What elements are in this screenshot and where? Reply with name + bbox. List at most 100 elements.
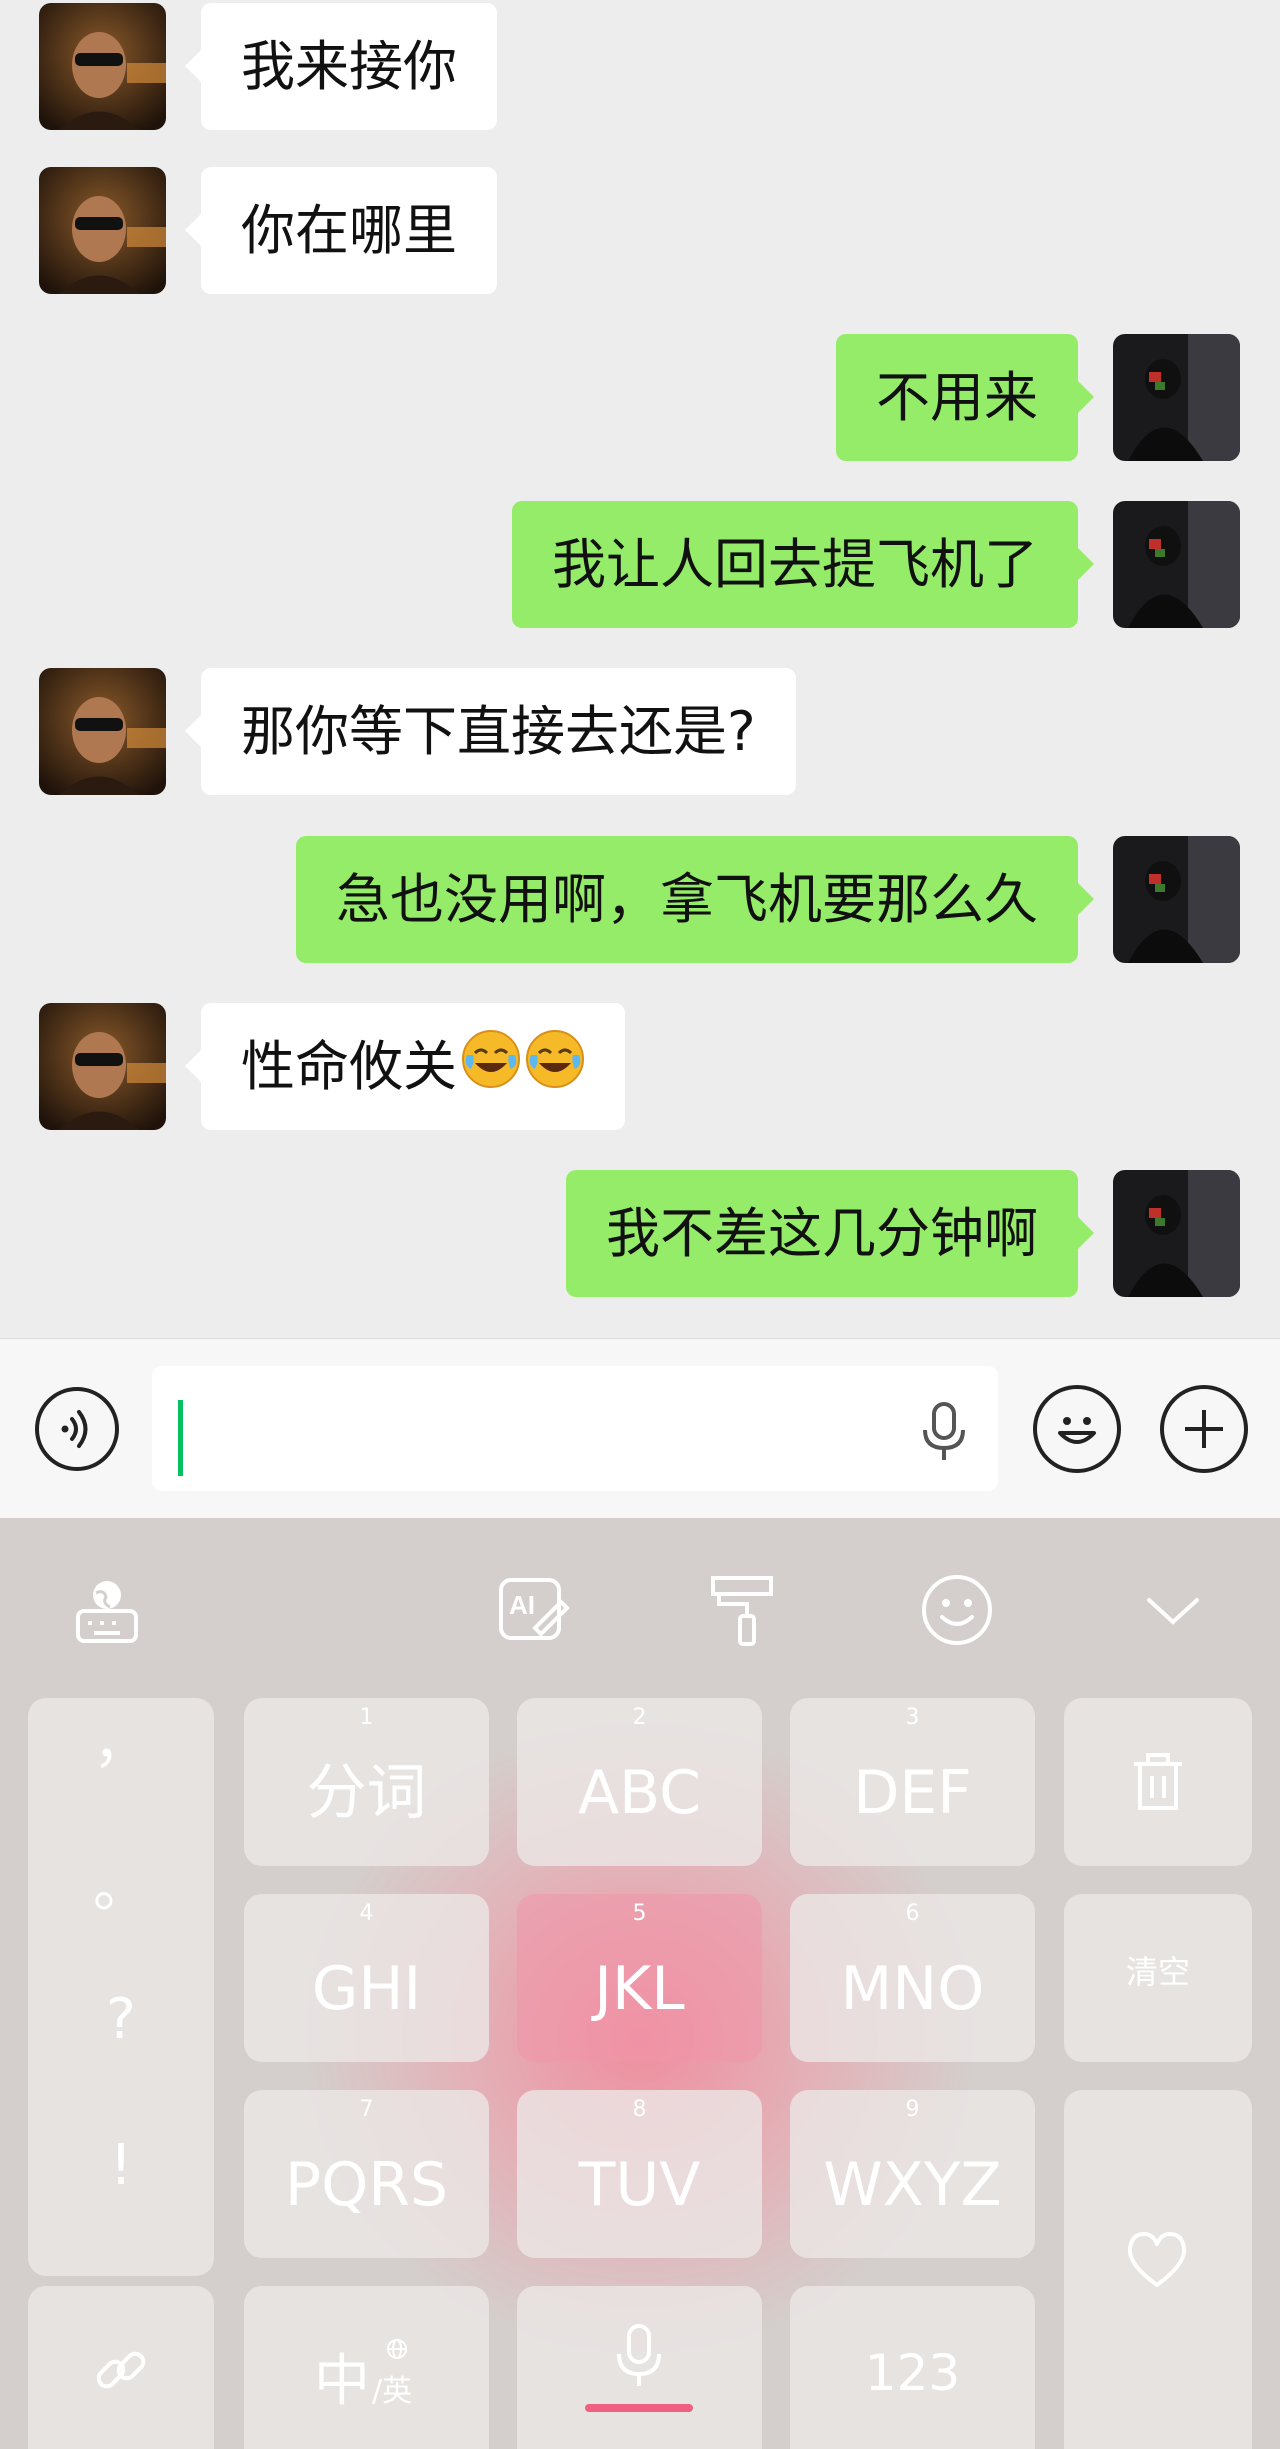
link-key[interactable] [28,2286,214,2449]
message-row: 不用来 [0,334,1280,461]
message-text: 那你等下直接去还是? [241,700,756,763]
clear-key[interactable]: 清空 [1064,1894,1252,2062]
face-with-tears-of-joy-icon [461,1007,521,1134]
trash-icon [1134,1753,1182,1810]
more-options-button[interactable] [1160,1385,1248,1473]
contact-avatar[interactable] [39,1003,166,1130]
language-switch-key[interactable]: 中 /英 [244,2286,489,2449]
message-row: 你在哪里 [0,167,1280,294]
key-8[interactable]: 8 TUV [517,2090,762,2258]
key-label: JKL [594,1954,685,2024]
punct-question[interactable]: ? [28,1990,214,2050]
chevron-down-icon [1147,1598,1199,1625]
key-number: 7 [359,2097,374,2122]
key-5[interactable]: 5 JKL [517,1894,762,2062]
message-bubble-received[interactable]: 性命攸关 [185,1003,625,1130]
message-text: 你在哪里 [241,199,457,262]
key-label: 123 [864,2344,961,2402]
message-bubble-received[interactable]: 你在哪里 [185,167,497,294]
hide-keyboard-button[interactable] [1131,1568,1215,1652]
key-label: DEF [853,1758,972,1828]
contact-avatar[interactable] [39,3,166,130]
numbers-key[interactable]: 123 [790,2286,1035,2449]
key-label: 清空 [1125,1953,1190,1991]
key-label: MNO [840,1954,985,2024]
ai-pen-icon: AI [499,1578,570,1640]
punct-period[interactable]: 。 [28,1858,214,1918]
key-sublabel: /英 [372,2374,413,2409]
key-2[interactable]: 2 ABC [517,1698,762,1866]
key-3[interactable]: 3 DEF [790,1698,1035,1866]
paint-brush-icon [711,1576,773,1646]
message-text: 不用来 [876,366,1038,429]
punct-comma[interactable]: ， [28,1714,214,1774]
message-text: 性命攸关 [241,1035,457,1098]
punctuation-column[interactable]: ， 。 ? ! [28,1698,214,2276]
voice-indicator-bar [585,2404,693,2412]
key-label: PQRS [284,2150,449,2220]
key-number: 6 [905,1901,920,1926]
contact-avatar[interactable] [39,668,166,795]
key-4[interactable]: 4 GHI [244,1894,489,2062]
globe-icon [387,2339,407,2359]
chat-messages-area[interactable]: 我来接你 你在哪里 不用来 我让人回去提飞机了 那你等下直接去还是? 急也没用啊… [0,0,1280,1338]
message-text: 我来接你 [241,35,457,98]
plus-icon [1185,1410,1223,1448]
keyboard-globe-icon [76,1581,138,1643]
voice-input-key[interactable] [517,2286,762,2449]
key-7[interactable]: 7 PQRS [244,2090,489,2258]
my-avatar[interactable] [1113,836,1240,963]
ai-write-button[interactable]: AI [493,1568,577,1652]
microphone-icon [617,2324,661,2386]
message-bubble-sent[interactable]: 我让人回去提飞机了 [512,501,1094,628]
svg-text:AI: AI [509,1590,535,1620]
heart-icon [1127,2232,1187,2287]
message-bubble-sent[interactable]: 急也没用啊，拿飞机要那么久 [296,836,1094,963]
keyboard-emoji-button[interactable] [915,1568,999,1652]
keyboard-settings-button[interactable] [65,1568,149,1652]
message-input-bar [0,1338,1280,1519]
key-label: GHI [311,1954,422,2024]
key-6[interactable]: 6 MNO [790,1894,1035,2062]
key-9[interactable]: 9 WXYZ [790,2090,1035,2258]
message-row: 性命攸关 [0,1003,1280,1130]
voice-mode-button[interactable] [35,1387,119,1471]
message-row: 我让人回去提飞机了 [0,501,1280,628]
key-number: 8 [632,2097,647,2122]
my-avatar[interactable] [1113,501,1240,628]
message-text-input[interactable] [152,1366,998,1491]
key-number: 3 [905,1705,920,1730]
message-bubble-sent[interactable]: 不用来 [836,334,1094,461]
message-bubble-received[interactable]: 我来接你 [185,3,497,130]
key-1[interactable]: 1 分词 [244,1698,489,1866]
message-bubble-received[interactable]: 那你等下直接去还是? [185,668,796,795]
key-number: 2 [632,1705,647,1730]
smiley-icon [1058,1417,1096,1444]
voice-wave-icon [61,1410,88,1448]
key-number: 4 [359,1901,374,1926]
punct-exclaim[interactable]: ! [28,2136,214,2196]
key-number: 5 [632,1901,647,1926]
key-label: ABC [577,1758,702,1828]
link-icon [96,2351,146,2389]
my-avatar[interactable] [1113,334,1240,461]
message-text: 我不差这几分钟啊 [606,1202,1038,1265]
smiley-icon [922,1575,992,1645]
keyboard-skin-button[interactable] [700,1568,784,1652]
message-text: 我让人回去提飞机了 [552,533,1038,596]
message-row: 急也没用啊，拿飞机要那么久 [0,836,1280,963]
emoji-button[interactable] [1033,1385,1121,1473]
key-number: 9 [905,2097,920,2122]
text-cursor [178,1400,183,1476]
ime-keyboard: AI ， 。 ? ! 1 分词 2 ABC 3 DEF 4 GHI 5 JKL … [0,1518,1280,2449]
message-row: 我来接你 [0,3,1280,130]
message-text: 急也没用啊，拿飞机要那么久 [336,868,1038,931]
my-avatar[interactable] [1113,1170,1240,1297]
delete-key[interactable] [1064,1698,1252,1866]
message-bubble-sent[interactable]: 我不差这几分钟啊 [566,1170,1094,1297]
contact-avatar[interactable] [39,167,166,294]
message-row: 我不差这几分钟啊 [0,1170,1280,1297]
enter-key[interactable] [1064,2090,1252,2449]
microphone-icon[interactable] [916,1400,972,1468]
key-label: WXYZ [823,2150,1002,2220]
